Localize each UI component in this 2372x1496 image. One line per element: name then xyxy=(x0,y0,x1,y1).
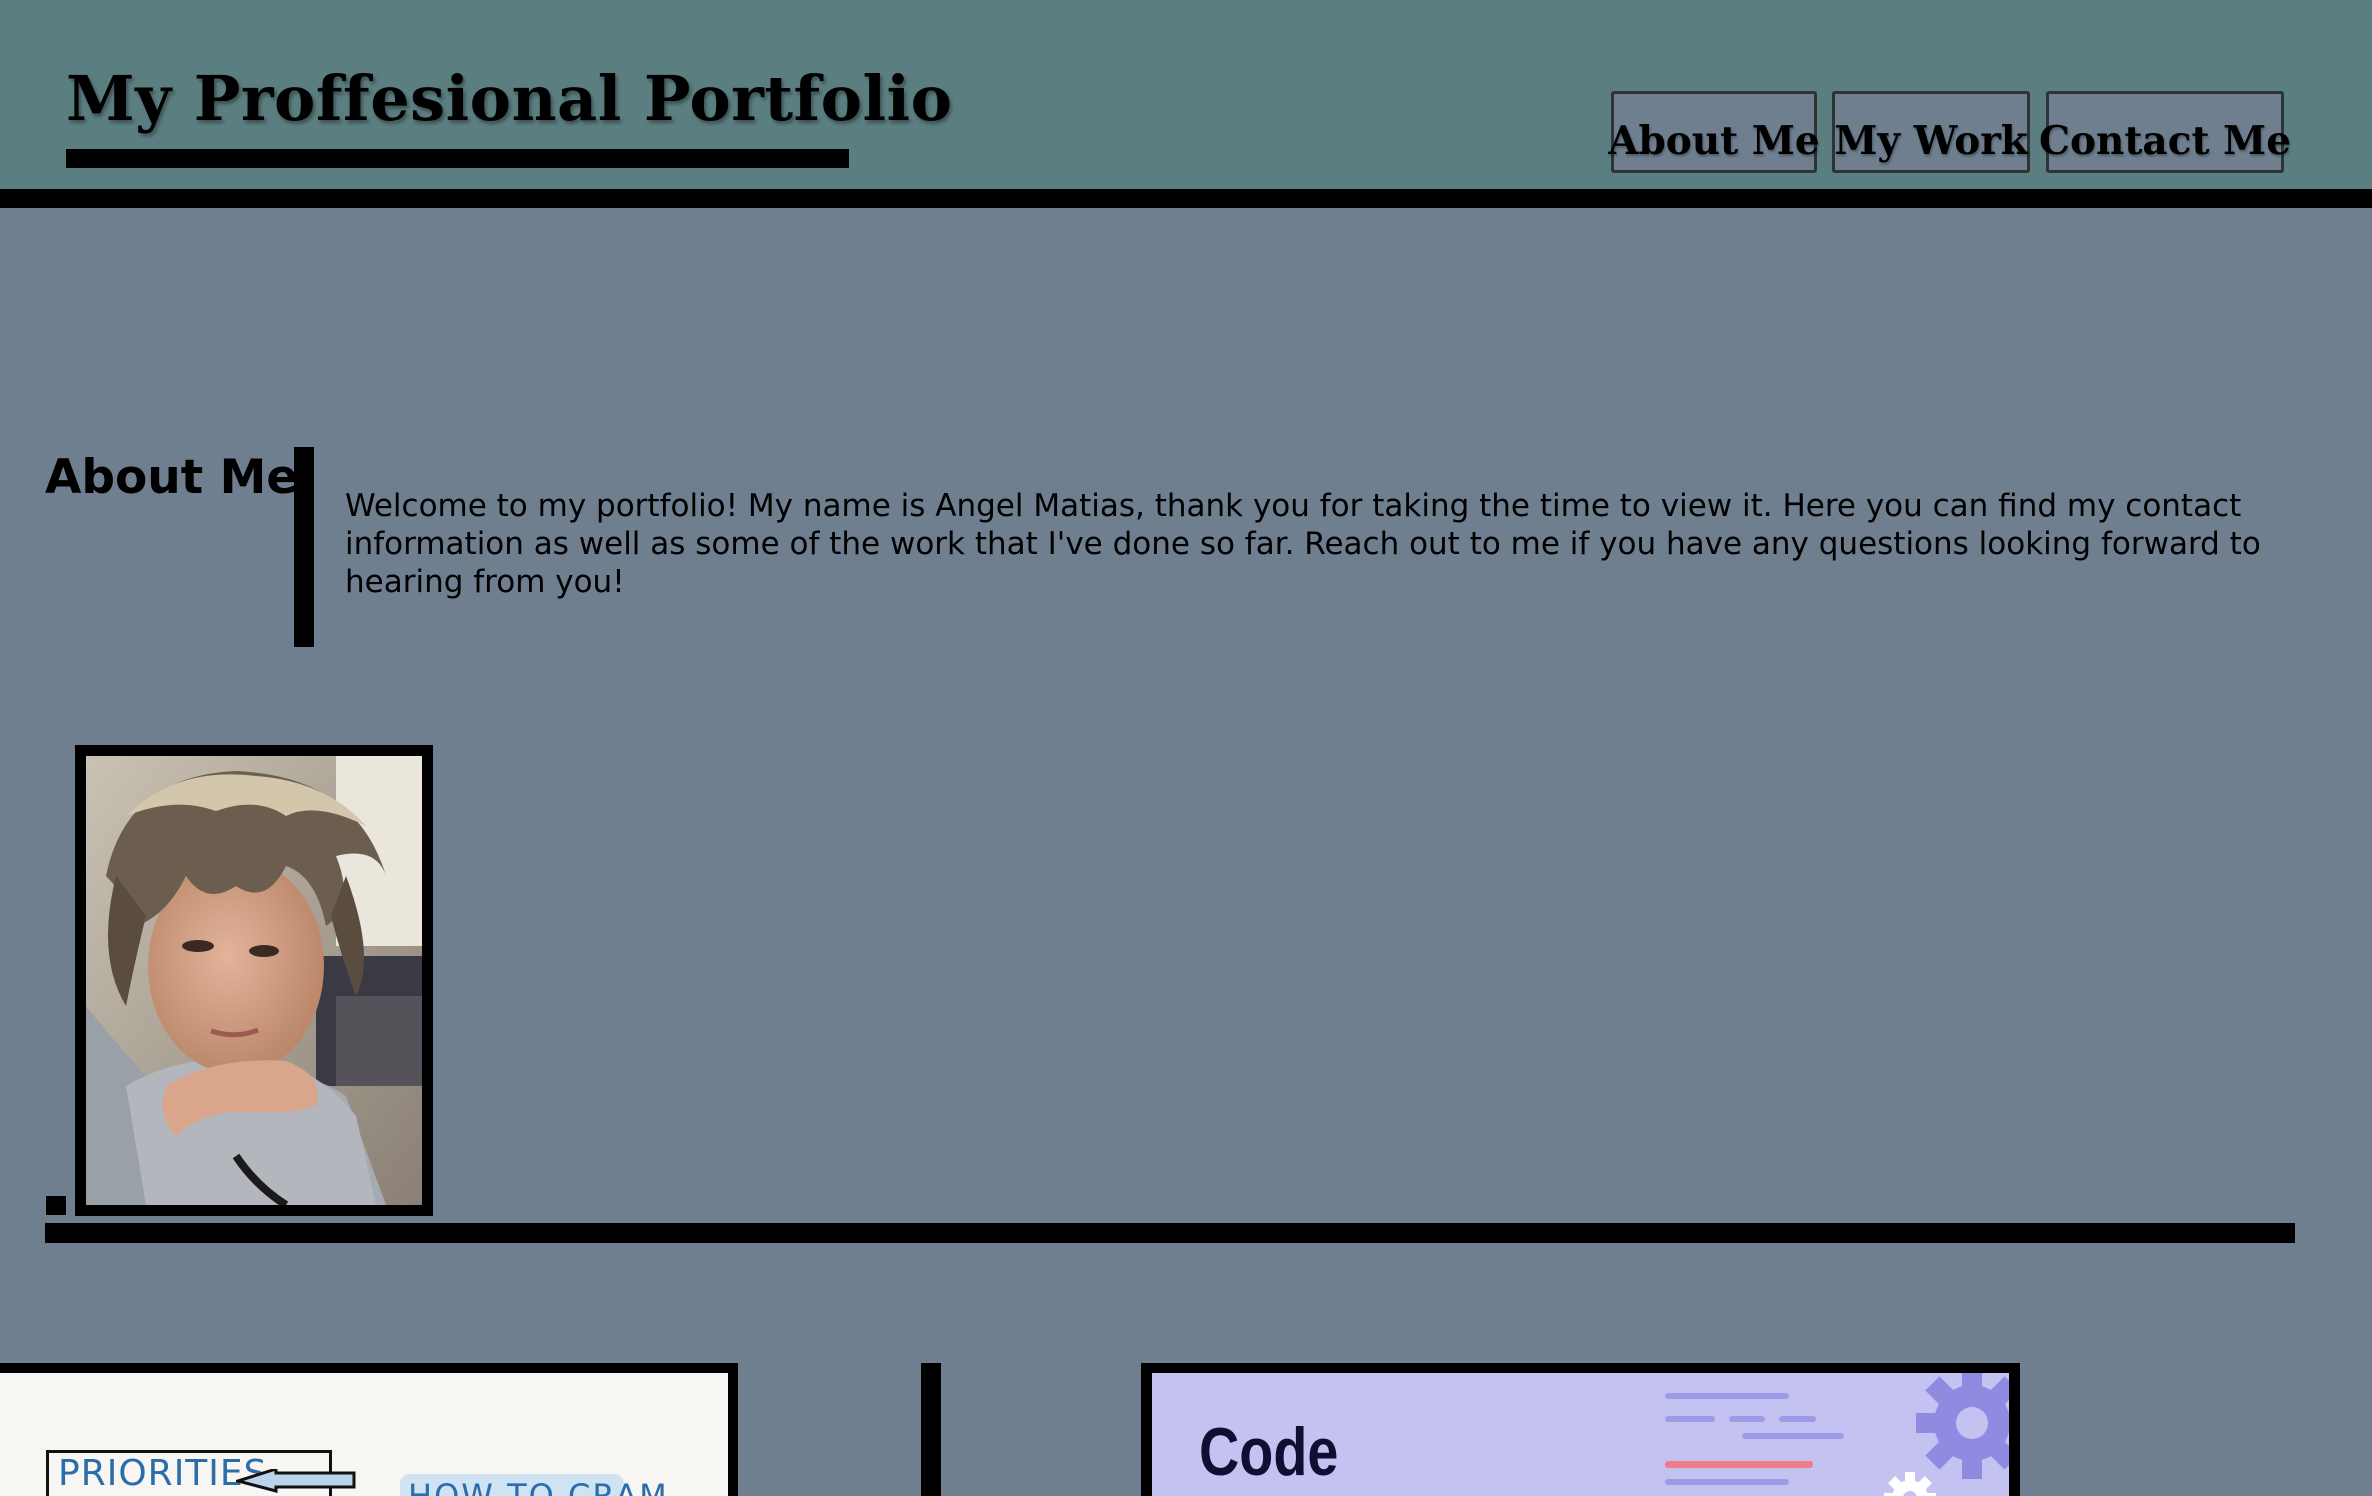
gear-icon xyxy=(1916,1373,2009,1479)
cram-text: HOW TO CRAM xyxy=(408,1477,669,1496)
nav-contact-me-button[interactable]: Contact Me xyxy=(2039,91,2291,173)
site-title: My Proffesional Portfolio xyxy=(66,62,953,135)
site-header: My Proffesional Portfolio About Me My Wo… xyxy=(0,0,2372,189)
work-card-study-notes[interactable]: PRIORITIES HOW TO CRAM xyxy=(0,1363,738,1496)
portfolio-page: My Proffesional Portfolio About Me My Wo… xyxy=(0,0,2372,1496)
title-underline xyxy=(66,149,849,168)
about-text: Welcome to my portfolio! My name is Ange… xyxy=(345,488,2261,600)
work-card-image: PRIORITIES HOW TO CRAM xyxy=(0,1373,728,1496)
work-card-code[interactable]: Code xyxy=(1141,1363,2020,1496)
profile-photo xyxy=(86,756,422,1205)
about-divider xyxy=(294,447,314,647)
nav-my-work-button[interactable]: My Work xyxy=(1832,91,2030,173)
decorative-square xyxy=(46,1196,66,1215)
header-divider xyxy=(0,189,2372,208)
work-card-code-image: Code xyxy=(1152,1373,2009,1496)
nav-about-me-button[interactable]: About Me xyxy=(1608,91,1820,173)
gear-icon xyxy=(1884,1472,1936,1496)
profile-photo-frame xyxy=(75,745,433,1216)
code-decoration xyxy=(1665,1373,2009,1496)
section-divider xyxy=(45,1223,2295,1243)
work-divider xyxy=(921,1363,941,1496)
about-heading: About Me xyxy=(45,450,299,505)
arrow-left-icon xyxy=(236,1469,356,1493)
